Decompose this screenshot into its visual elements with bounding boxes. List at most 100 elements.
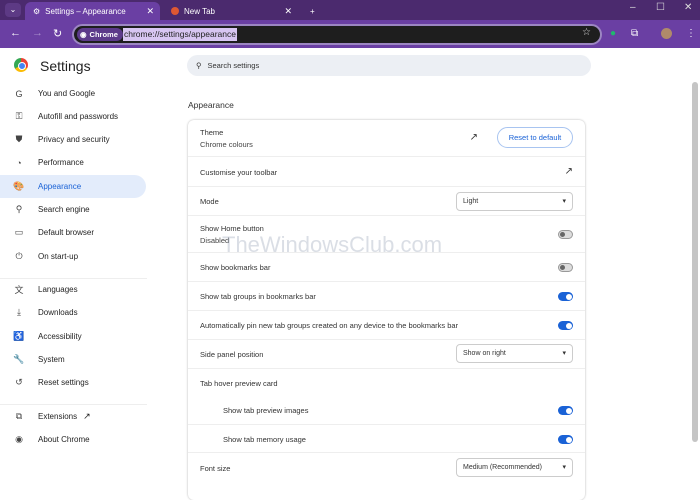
you-and-google-icon: G bbox=[15, 88, 23, 99]
search-engine-icon: ⚲ bbox=[15, 204, 23, 214]
performance-icon: ◔ bbox=[16, 157, 22, 168]
memory-usage-row: Show tab memory usage bbox=[188, 424, 585, 452]
sidebar-item-autofill-and-passwords[interactable]: ⚿ Autofill and passwords bbox=[0, 105, 146, 128]
sidebar-item-label: Search engine bbox=[38, 205, 90, 214]
sidebar-item-privacy-and-security[interactable]: ⛊ Privacy and security bbox=[0, 128, 146, 151]
sidebar-item-appearance[interactable]: 🎨 Appearance bbox=[0, 175, 146, 198]
reset-to-default-button[interactable]: Reset to default bbox=[497, 127, 573, 148]
preview-images-toggle[interactable] bbox=[558, 406, 573, 415]
bookmark-star-icon[interactable]: ☆ bbox=[582, 27, 591, 38]
duckduckgo-icon bbox=[171, 7, 179, 15]
maximize-icon[interactable]: ☐ bbox=[656, 2, 665, 13]
search-icon: ⚲ bbox=[196, 61, 202, 70]
sidebar-item-accessibility[interactable]: ♿ Accessibility bbox=[0, 325, 146, 348]
mode-select[interactable]: Light bbox=[456, 192, 573, 211]
tab-groups-row: Show tab groups in bookmarks bar bbox=[188, 281, 585, 310]
autopin-row: Automatically pin new tab groups created… bbox=[188, 310, 585, 339]
back-icon[interactable]: ← bbox=[10, 27, 21, 39]
divider bbox=[0, 278, 147, 279]
bookmarks-bar-row: Show bookmarks bar bbox=[188, 252, 585, 281]
sidebar-item-label: On start-up bbox=[38, 252, 79, 261]
theme-row: Theme Chrome colours ↗ Reset to default bbox=[188, 120, 585, 156]
accessibility-icon: ♿ bbox=[13, 331, 25, 341]
mode-row: Mode Light bbox=[188, 186, 585, 215]
tab-hover-row: Tab hover preview card bbox=[188, 368, 585, 396]
privacy-and-security-icon: ⛊ bbox=[15, 134, 23, 144]
minimize-icon[interactable]: – bbox=[630, 2, 636, 13]
menu-icon[interactable]: ⋮ bbox=[686, 28, 696, 39]
autofill-and-passwords-icon: ⚿ bbox=[15, 111, 23, 121]
sidebar-item-languages[interactable]: 文 Languages bbox=[0, 278, 146, 301]
gear-icon: ⚙ bbox=[33, 6, 41, 16]
sidebar-item-label: Extensions bbox=[38, 412, 78, 421]
sidebar-item-label: Downloads bbox=[38, 308, 78, 317]
extensions-icon: ⧉ bbox=[15, 411, 23, 421]
languages-icon: 文 bbox=[14, 285, 24, 295]
sidebar-item-label: Default browser bbox=[38, 228, 95, 237]
sidebar-item-you-and-google[interactable]: G You and Google bbox=[0, 82, 146, 105]
chrome-logo bbox=[14, 58, 28, 72]
on-start-up-icon: ⏻ bbox=[15, 251, 23, 261]
url-text[interactable]: chrome://settings/appearance bbox=[123, 28, 237, 41]
system-icon: 🔧 bbox=[13, 354, 25, 364]
sidebar-item-label: Autofill and passwords bbox=[38, 112, 119, 121]
open-external-icon[interactable]: ↗ bbox=[470, 132, 478, 143]
autopin-toggle[interactable] bbox=[558, 321, 573, 330]
sidebar-item-label: Reset settings bbox=[38, 378, 89, 387]
tab-strip: ⌄ ⚙ Settings – Appearance ✕ New Tab ✕ + – ☐… bbox=[0, 0, 700, 20]
sidebar-item-system[interactable]: 🔧 System bbox=[0, 348, 146, 371]
divider bbox=[0, 404, 147, 405]
avatar[interactable] bbox=[661, 28, 672, 39]
about-chrome-icon: ◉ bbox=[15, 434, 23, 444]
memory-usage-toggle[interactable] bbox=[558, 435, 573, 444]
sidebar-item-label: Accessibility bbox=[38, 332, 82, 341]
address-bar[interactable]: ◉ Chrome chrome://settings/appearance ☆ bbox=[72, 24, 602, 45]
page-title: Settings bbox=[40, 58, 91, 74]
customise-toolbar-row[interactable]: Customise your toolbar ↗ bbox=[188, 156, 585, 186]
sidebar-item-label: You and Google bbox=[38, 89, 96, 98]
reload-icon[interactable]: ↻ bbox=[53, 27, 62, 40]
chrome-icon: ◉ bbox=[80, 30, 87, 39]
sidebar-item-default-browser[interactable]: ▭ Default browser bbox=[0, 221, 146, 244]
grammarly-icon[interactable]: ● bbox=[610, 28, 616, 39]
close-tab-icon[interactable]: ✕ bbox=[146, 6, 154, 17]
sidebar-item-label: About Chrome bbox=[38, 435, 90, 444]
scrollbar[interactable] bbox=[692, 82, 698, 442]
appearance-card: Theme Chrome colours ↗ Reset to default … bbox=[188, 120, 585, 500]
sidebar-item-reset-settings[interactable]: ↺ Reset settings bbox=[0, 371, 146, 394]
downloads-icon: ⤓ bbox=[17, 307, 21, 317]
sidebar-item-label: System bbox=[38, 355, 65, 364]
bookmarks-bar-toggle[interactable] bbox=[558, 263, 573, 272]
home-button-toggle[interactable] bbox=[558, 230, 573, 239]
section-title: Appearance bbox=[188, 100, 234, 110]
search-input[interactable]: ⚲ Search settings bbox=[187, 55, 591, 76]
tab-search-button[interactable]: ⌄ bbox=[5, 3, 21, 17]
sidebar-item-performance[interactable]: ◔ Performance bbox=[0, 151, 146, 174]
tab-settings[interactable]: ⚙ Settings – Appearance ✕ bbox=[25, 2, 160, 20]
open-external-icon: ↗ bbox=[83, 411, 91, 421]
preview-images-row: Show tab preview images bbox=[188, 396, 585, 424]
sidebar-item-extensions[interactable]: ⧉ Extensions ↗ bbox=[0, 405, 146, 428]
sidebar-item-search-engine[interactable]: ⚲ Search engine bbox=[0, 198, 146, 221]
sidebar-item-label: Privacy and security bbox=[38, 135, 110, 144]
open-external-icon[interactable]: ↗ bbox=[565, 166, 573, 177]
sidebar-item-on-start-up[interactable]: ⏻ On start-up bbox=[0, 245, 146, 268]
sidebar-item-downloads[interactable]: ⤓ Downloads bbox=[0, 301, 146, 324]
extensions-icon[interactable]: ⧉ bbox=[631, 28, 638, 39]
reset-settings-icon: ↺ bbox=[15, 377, 23, 387]
new-tab-button[interactable]: + bbox=[302, 2, 323, 20]
font-size-select[interactable]: Medium (Recommended) bbox=[456, 458, 573, 477]
tab-new-tab[interactable]: New Tab ✕ bbox=[163, 2, 298, 20]
tab-groups-toggle[interactable] bbox=[558, 292, 573, 301]
close-window-icon[interactable]: ✕ bbox=[684, 2, 692, 13]
default-browser-icon: ▭ bbox=[14, 227, 24, 237]
forward-icon[interactable]: → bbox=[32, 27, 43, 39]
sidebar-item-about-chrome[interactable]: ◉ About Chrome bbox=[0, 428, 146, 451]
appearance-icon: 🎨 bbox=[13, 181, 25, 191]
font-size-row: Font size Medium (Recommended) bbox=[188, 452, 585, 482]
sidebar-item-label: Appearance bbox=[38, 182, 82, 191]
sidebar-item-label: Performance bbox=[38, 158, 84, 167]
close-tab-icon[interactable]: ✕ bbox=[284, 6, 292, 17]
site-chip[interactable]: ◉ Chrome bbox=[77, 28, 123, 41]
side-panel-select[interactable]: Show on right bbox=[456, 344, 573, 363]
